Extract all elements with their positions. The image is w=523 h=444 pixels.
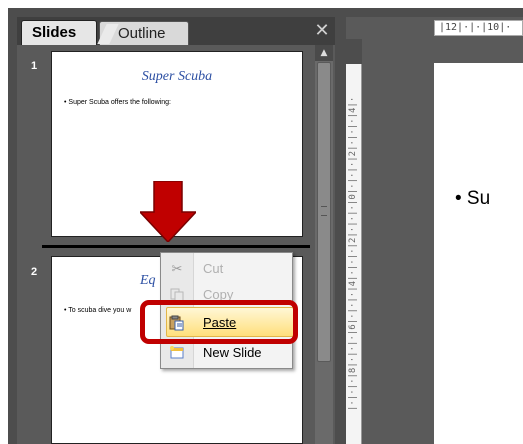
thumbnail-scrollbar[interactable]: ▲ [315,45,333,444]
slide-number-1: 1 [31,60,38,72]
paste-callout-frame [140,300,298,344]
red-down-arrow-icon [140,181,196,242]
slide-1-bullet: • Super Scuba offers the following: [64,99,171,106]
close-x-icon[interactable]: ✕ [313,21,331,41]
slide-number-2: 2 [31,266,38,278]
slide-2-title: Eq [140,273,156,288]
horizontal-ruler: |12|·|·|10|· [346,17,523,39]
menu-item-cut[interactable]: ✂ Cut [161,256,292,282]
scroll-up-arrow-icon[interactable]: ▲ [315,45,333,61]
tab-outline-label: Outline [118,25,166,42]
slide-canvas[interactable] [434,63,523,444]
panel-tabbar: Slides Outline ✕ [17,17,335,45]
tab-slides[interactable]: Slides [21,20,97,45]
vertical-ruler: |·|·|·|8|·|·|·|6|·|·|·|4|·|·|·|2|·|·|·|0… [346,64,362,444]
tab-outline[interactable]: Outline [99,21,189,45]
slide-bullet-text[interactable]: • Su [455,188,490,210]
insertion-line [42,245,310,248]
horizontal-ruler-scale: |12|·|·|10|· [434,20,523,36]
menu-item-cut-label: Cut [203,261,224,276]
scissors-icon: ✂ [171,261,183,276]
slide-1-title: Super Scuba [141,69,213,84]
app-frame: Slides Outline ✕ ▲ 1 Super Scuba • Super… [0,0,523,444]
scroll-grip-icon [321,206,327,216]
slide-2-bullet: • To scuba dive you w [64,307,132,314]
new-slide-icon [169,345,185,361]
scroll-thumb[interactable] [317,62,331,362]
vertical-ruler-scale: |·|·|·|8|·|·|·|6|·|·|·|4|·|·|·|2|·|·|·|0… [348,96,358,412]
